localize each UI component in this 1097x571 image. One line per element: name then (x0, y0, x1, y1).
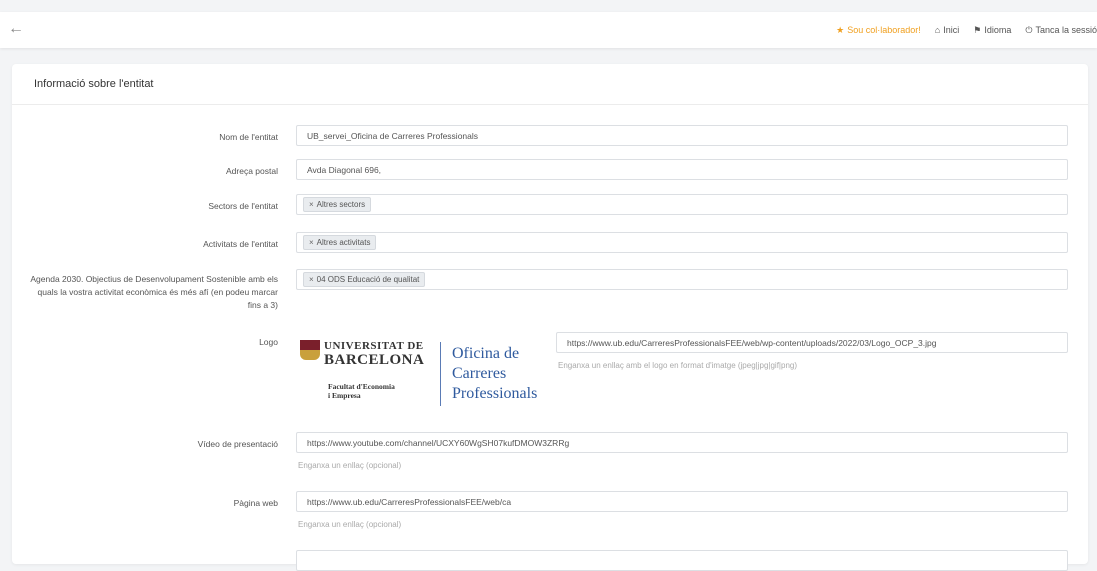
remove-tag-icon[interactable]: × (309, 238, 314, 247)
logo-divider (440, 342, 441, 406)
address-field[interactable]: Avda Diagonal 696, (296, 159, 1068, 180)
language-label: Idioma (984, 25, 1012, 35)
remove-tag-icon[interactable]: × (309, 200, 314, 209)
collaborator-link[interactable]: ★ Sou col·laborador! (836, 25, 921, 36)
top-bar: ← ★ Sou col·laborador! ⌂ Inici ⚑ Idioma … (0, 12, 1097, 48)
web-field[interactable]: https://www.ub.edu/CarreresProfessionals… (296, 491, 1068, 512)
agenda-label: Agenda 2030. Objectius de Desenvolupamen… (30, 274, 278, 310)
power-icon: ⏻ (1025, 24, 1033, 35)
card-title: Informació sobre l'entitat (12, 64, 1088, 105)
star-icon: ★ (836, 24, 845, 35)
logo-label: Logo (259, 337, 278, 347)
address-value: Avda Diagonal 696, (307, 164, 382, 175)
address-label: Adreça postal (226, 166, 278, 176)
home-label: Inici (943, 25, 960, 35)
back-arrow-icon[interactable]: ← (8, 21, 24, 37)
top-nav: ★ Sou col·laborador! ⌂ Inici ⚑ Idioma ⏻ … (822, 12, 1097, 48)
video-field[interactable]: https://www.youtube.com/channel/UCXY60Wg… (296, 432, 1068, 453)
activities-select[interactable]: × Altres activitats (296, 232, 1068, 253)
language-link[interactable]: ⚑ Idioma (973, 25, 1011, 36)
logo-url-field[interactable]: https://www.ub.edu/CarreresProfessionals… (556, 332, 1068, 353)
logout-link[interactable]: ⏻ Tanca la sessió (1025, 25, 1097, 36)
logo-city: BARCELONA (324, 352, 425, 368)
logo-help: Enganxa un enllaç amb el logo en format … (558, 361, 798, 370)
next-field[interactable] (296, 550, 1068, 571)
video-help: Enganxa un enllaç (opcional) (298, 461, 402, 470)
web-label: Pàgina web (233, 498, 278, 508)
sectors-label: Sectors de l'entitat (208, 201, 278, 211)
entity-info-card: Informació sobre l'entitat Nom de l'enti… (12, 64, 1088, 571)
name-field[interactable]: UB_servei_Oficina de Carreres Profession… (296, 125, 1068, 146)
name-label: Nom de l'entitat (219, 132, 278, 142)
name-value: UB_servei_Oficina de Carreres Profession… (307, 130, 479, 141)
activities-label: Activitats de l'entitat (203, 239, 278, 249)
logo-preview: UNIVERSITAT DE BARCELONA Facultat d'Econ… (300, 336, 542, 408)
logo-office: Oficina de Carreres Professionals (452, 345, 538, 402)
home-link[interactable]: ⌂ Inici (935, 25, 959, 35)
ods-tag[interactable]: × 04 ODS Educació de qualitat (303, 272, 426, 287)
flag-icon: ⚑ (973, 24, 982, 35)
sector-tag[interactable]: × Altres sectors (303, 197, 372, 212)
logo-url-value: https://www.ub.edu/CarreresProfessionals… (567, 337, 937, 348)
logo-university: UNIVERSITAT DE (324, 340, 424, 352)
logout-label: Tanca la sessió (1035, 25, 1097, 35)
web-help: Enganxa un enllaç (opcional) (298, 520, 402, 529)
video-label: Vídeo de presentació (197, 439, 278, 449)
home-icon: ⌂ (934, 25, 941, 35)
collaborator-label: Sou col·laborador! (847, 25, 921, 35)
sectors-select[interactable]: × Altres sectors (296, 194, 1068, 215)
agenda-select[interactable]: × 04 ODS Educació de qualitat (296, 269, 1068, 290)
activity-tag[interactable]: × Altres activitats (303, 235, 377, 250)
logo-faculty: Facultat d'Economia i Empresa (328, 382, 395, 400)
remove-tag-icon[interactable]: × (309, 275, 314, 284)
video-value: https://www.youtube.com/channel/UCXY60Wg… (307, 437, 570, 448)
university-crest-icon (300, 340, 320, 360)
web-value: https://www.ub.edu/CarreresProfessionals… (307, 496, 512, 507)
